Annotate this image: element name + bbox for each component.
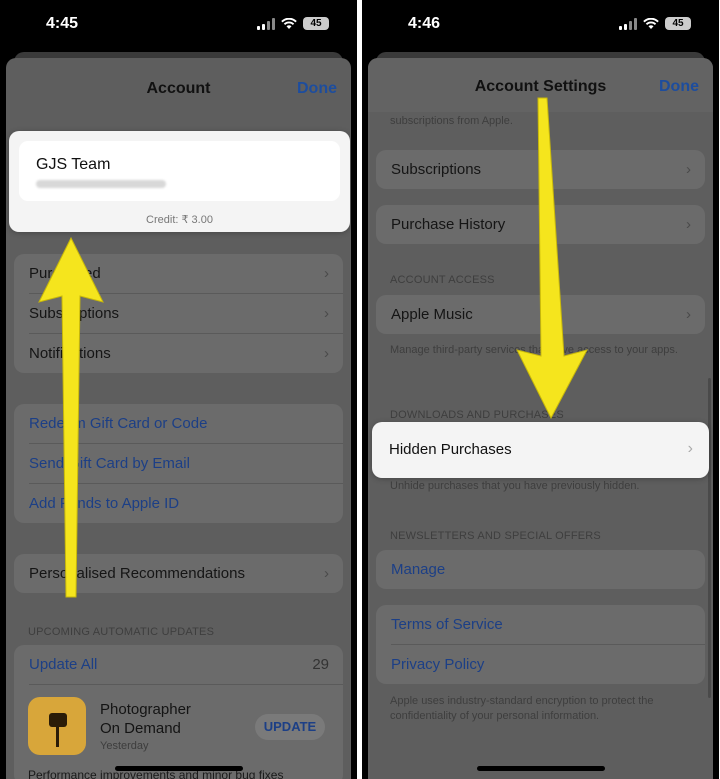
account-card[interactable]: GJS Team Credit: ₹ 3.00 bbox=[9, 131, 350, 232]
hidden-note: Unhide purchases that you have previousl… bbox=[390, 480, 640, 492]
hidden-purchases-label: Hidden Purchases bbox=[389, 441, 512, 458]
account-group: Purchased › Subscriptions › Notifications › bbox=[14, 254, 343, 373]
manage-link[interactable]: Manage bbox=[376, 550, 705, 589]
legal-group: Terms of Service Privacy Policy bbox=[376, 605, 705, 684]
purchased-row[interactable]: Purchased › bbox=[14, 254, 343, 293]
subscriptions-group: Subscriptions › bbox=[376, 150, 705, 189]
chevron-right-icon: › bbox=[324, 305, 329, 322]
privacy-note: Apple uses industry-standard encryption … bbox=[390, 695, 654, 722]
status-time: 4:45 bbox=[46, 15, 79, 32]
chevron-right-icon: › bbox=[687, 440, 693, 457]
app-name-line2: On Demand bbox=[100, 720, 181, 737]
status-time: 4:46 bbox=[408, 15, 441, 32]
downloads-header: DOWNLOADS AND PURCHASES bbox=[390, 409, 564, 421]
signal-icon bbox=[257, 17, 275, 30]
account-access-header: ACCOUNT ACCESS bbox=[390, 274, 495, 286]
notifications-row[interactable]: Notifications › bbox=[14, 334, 343, 373]
update-all-label: Update All bbox=[29, 656, 98, 673]
app-date: Yesterday bbox=[100, 740, 149, 752]
scrollbar[interactable] bbox=[708, 378, 711, 698]
chevron-right-icon: › bbox=[324, 345, 329, 362]
account-name: GJS Team bbox=[36, 156, 111, 173]
chevron-right-icon: › bbox=[324, 265, 329, 282]
update-button[interactable]: UPDATE bbox=[255, 714, 325, 740]
nav-bar: Account Settings Done bbox=[368, 58, 713, 112]
app-icon[interactable] bbox=[28, 697, 86, 755]
status-icons: 45 bbox=[257, 17, 329, 30]
row-label: Purchase History bbox=[391, 216, 506, 233]
row-label: Purchased bbox=[29, 265, 101, 282]
redeem-gift-card-link[interactable]: Redeem Gift Card or Code bbox=[14, 404, 343, 443]
done-button[interactable]: Done bbox=[659, 78, 699, 96]
account-email-redacted bbox=[36, 180, 166, 188]
hidden-purchases-row[interactable]: Hidden Purchases › bbox=[372, 422, 709, 478]
wifi-icon bbox=[643, 17, 659, 30]
recommendations-group: Personalised Recommendations › bbox=[14, 554, 343, 593]
update-count: 29 bbox=[312, 656, 329, 673]
add-funds-link[interactable]: Add Funds to Apple ID bbox=[14, 484, 343, 523]
signal-icon bbox=[619, 17, 637, 30]
row-label: Notifications bbox=[29, 345, 111, 362]
battery-icon: 45 bbox=[303, 17, 329, 30]
send-gift-card-link[interactable]: Send Gift Card by Email bbox=[14, 444, 343, 483]
updates-group: Update All 29 Photographer On Demand Yest… bbox=[14, 645, 343, 779]
right-screenshot: 4:46 45 Account Settings Done subscripti… bbox=[362, 0, 719, 779]
subscriptions-note: subscriptions from Apple. bbox=[390, 115, 513, 127]
left-screenshot: 4:45 45 Account Done Purchased › Subscrip… bbox=[0, 0, 357, 779]
nav-bar: Account Done bbox=[6, 58, 351, 112]
app-name-line1: Photographer bbox=[100, 701, 191, 718]
home-indicator bbox=[114, 766, 243, 771]
status-bar: 4:46 45 bbox=[362, 0, 719, 52]
account-settings-sheet: Account Settings Done subscriptions from… bbox=[368, 58, 713, 779]
updates-header: UPCOMING AUTOMATIC UPDATES bbox=[28, 626, 215, 638]
subscriptions-row[interactable]: Subscriptions › bbox=[376, 150, 705, 189]
wifi-icon bbox=[281, 17, 297, 30]
terms-of-service-link[interactable]: Terms of Service bbox=[376, 605, 705, 644]
apple-music-row[interactable]: Apple Music › bbox=[376, 295, 705, 334]
privacy-policy-link[interactable]: Privacy Policy bbox=[376, 645, 705, 684]
row-label: Apple Music bbox=[391, 306, 473, 323]
row-label: Subscriptions bbox=[391, 161, 482, 178]
status-icons: 45 bbox=[619, 17, 691, 30]
chevron-right-icon: › bbox=[686, 216, 691, 233]
account-info: GJS Team bbox=[19, 141, 340, 201]
account-credit: Credit: ₹ 3.00 bbox=[146, 214, 213, 226]
chevron-right-icon: › bbox=[686, 161, 691, 178]
row-label: Subscriptions bbox=[29, 305, 120, 322]
battery-icon: 45 bbox=[665, 17, 691, 30]
apple-music-group: Apple Music › bbox=[376, 295, 705, 334]
purchase-history-group: Purchase History › bbox=[376, 205, 705, 244]
chevron-right-icon: › bbox=[324, 565, 329, 582]
subscriptions-row[interactable]: Subscriptions › bbox=[14, 294, 343, 333]
home-indicator bbox=[476, 766, 605, 771]
purchase-history-row[interactable]: Purchase History › bbox=[376, 205, 705, 244]
newsletters-header: NEWSLETTERS AND SPECIAL OFFERS bbox=[390, 530, 601, 542]
personalised-recommendations-row[interactable]: Personalised Recommendations › bbox=[14, 554, 343, 593]
row-label: Personalised Recommendations bbox=[29, 565, 245, 582]
chevron-right-icon: › bbox=[686, 306, 691, 323]
newsletters-group: Manage bbox=[376, 550, 705, 589]
status-bar: 4:45 45 bbox=[0, 0, 357, 52]
done-button[interactable]: Done bbox=[297, 80, 337, 98]
access-note: Manage third-party services that have ac… bbox=[390, 344, 678, 356]
update-all-button[interactable]: Update All 29 bbox=[14, 645, 343, 684]
gift-group: Redeem Gift Card or Code Send Gift Card … bbox=[14, 404, 343, 523]
